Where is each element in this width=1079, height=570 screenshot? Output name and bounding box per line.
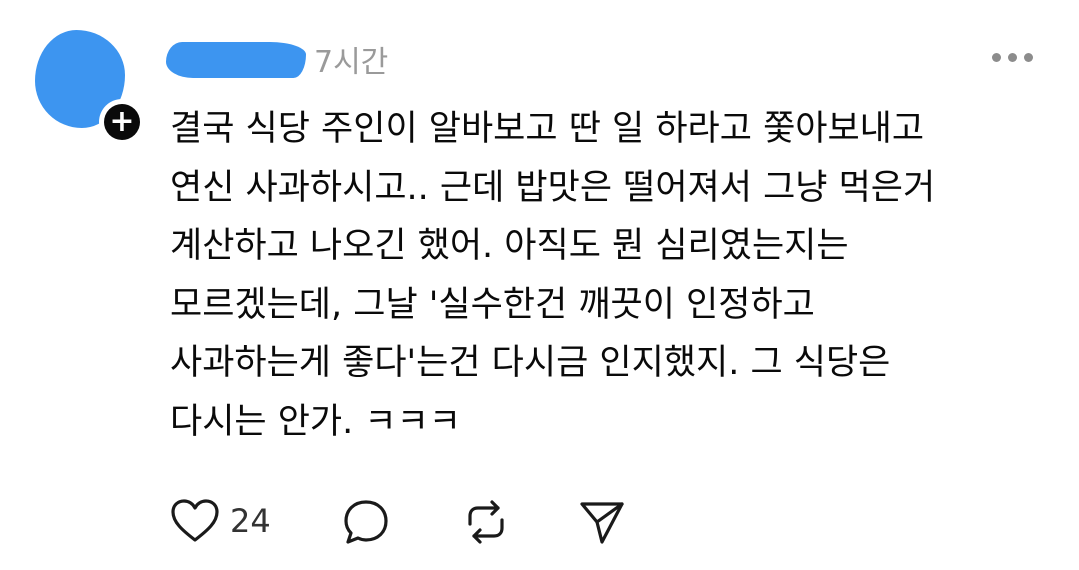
plus-icon[interactable]: + [104,104,140,140]
more-options-button[interactable] [988,42,1038,72]
follow-badge[interactable]: + [99,99,145,145]
like-button[interactable]: 24 [170,496,280,552]
post-body-line: 결국 식당 주인이 알바보고 딴 일 하라고 쫓아보내고 [170,109,925,149]
post-body-line: 연신 사과하시고.. 근데 밥맛은 떨어져서 그냥 먹은거 [170,167,936,208]
post-body: 결국 식당 주인이 알바보고 딴 일 하라고 쫓아보내고 연신 사과하시고.. … [170,100,1050,452]
repost-button[interactable] [460,496,516,552]
more-dot-2 [1008,53,1017,62]
speech-bubble-icon[interactable] [340,496,392,548]
thread-post: + 7시간 결국 식당 주인이 알바보고 딴 일 하라고 쫓아보내고 연신 사과… [0,0,1079,570]
post-body-line: 사과하는게 좋다'는건 다시금 인지했지. 그 식당은 [170,343,891,384]
like-count: 24 [230,502,271,540]
post-timestamp: 7시간 [314,45,389,80]
share-button[interactable] [576,496,632,552]
username-redaction [166,42,306,78]
paper-plane-icon[interactable] [576,496,628,548]
post-body-line: 모르겠는데, 그날 '실수한건 깨끗이 인정하고 [170,284,815,325]
more-dot-3 [1024,53,1033,62]
comment-button[interactable] [340,496,396,552]
username-container[interactable] [166,36,308,82]
post-body-line: 다시는 안가. ㅋㅋㅋ [170,401,461,442]
repost-arrows-icon[interactable] [460,496,512,548]
heart-outline-icon[interactable] [170,498,220,544]
post-body-line: 계산하고 나오긴 했어. 아직도 뭔 심리였는지는 [170,226,849,267]
more-dot-1 [992,53,1001,62]
avatar-container[interactable]: + [35,30,145,145]
